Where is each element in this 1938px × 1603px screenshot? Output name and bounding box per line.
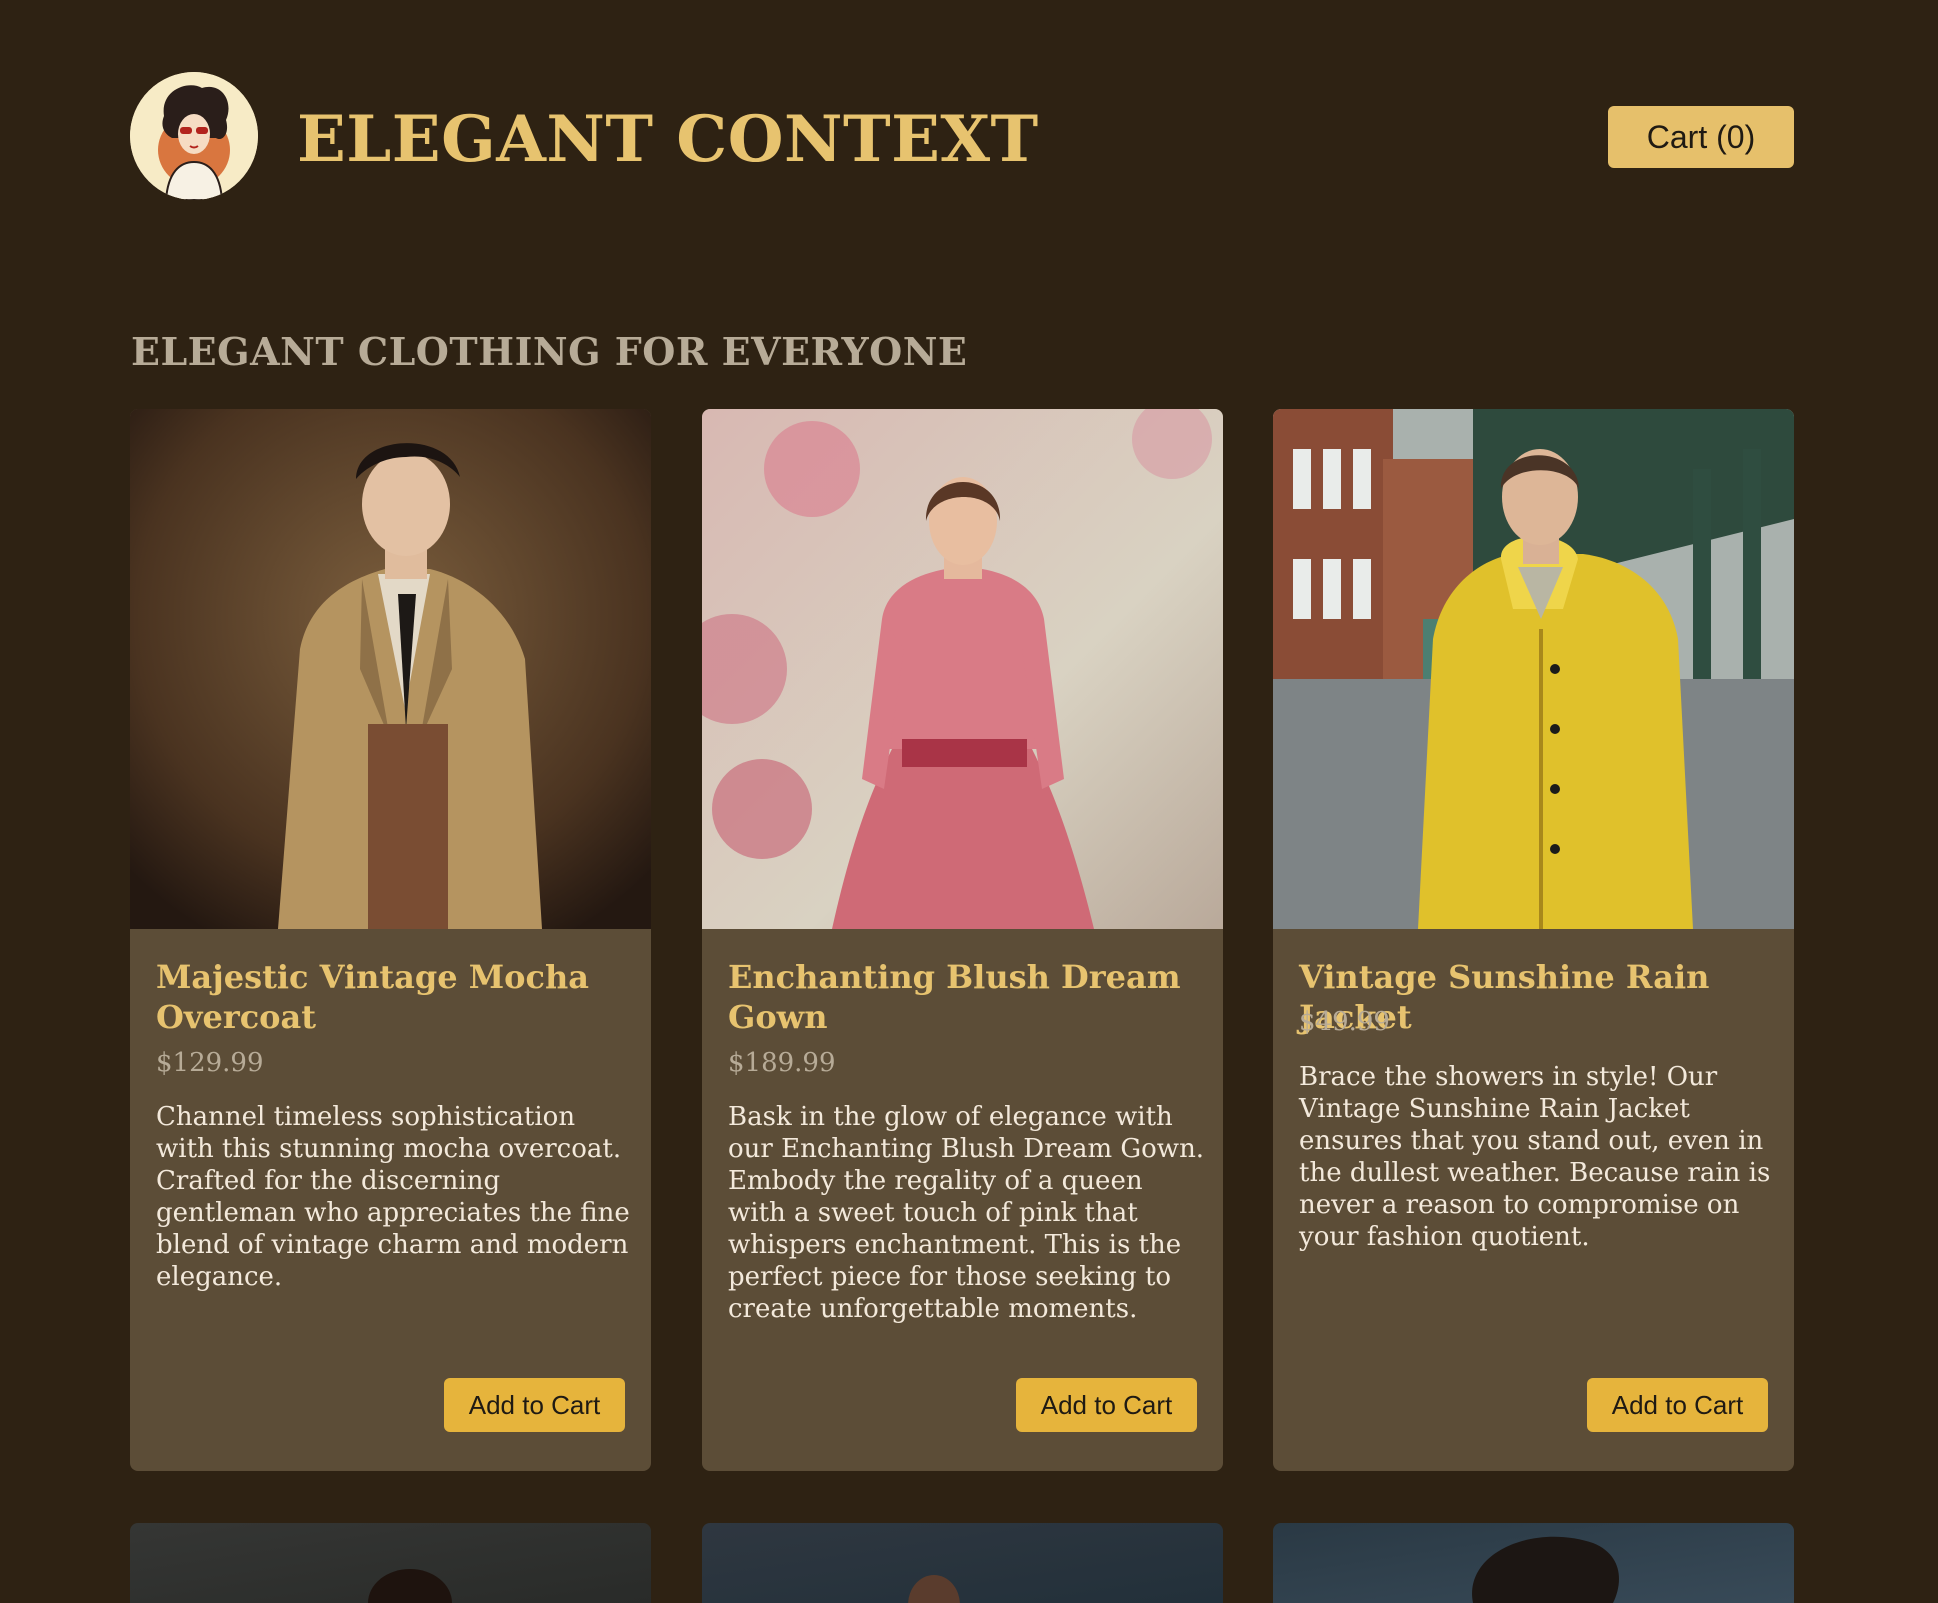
product-price: $49.99 <box>1299 1007 1390 1037</box>
brand-logo-icon[interactable] <box>130 72 258 200</box>
add-to-cart-button[interactable]: Add to Cart <box>444 1378 625 1432</box>
brand-title[interactable]: ELEGANT CONTEXT <box>297 96 1039 184</box>
section-heading: ELEGANT CLOTHING FOR EVERYONE <box>131 329 968 374</box>
product-card: Majestic Vintage Mocha Overcoat $129.99 … <box>130 409 651 1471</box>
product-name[interactable]: Majestic Vintage Mocha Overcoat <box>156 957 636 1037</box>
product-card-partial <box>1273 1523 1794 1603</box>
product-card-partial <box>130 1523 651 1603</box>
product-description: Channel timeless sophistication with thi… <box>156 1102 630 1292</box>
product-description: Brace the showers in style! Our Vintage … <box>1299 1062 1771 1252</box>
product-card-partial <box>702 1523 1223 1603</box>
overcoat-photo[interactable] <box>130 409 651 929</box>
rain-jacket-photo[interactable] <box>1273 409 1794 929</box>
site-header: ELEGANT CONTEXT Cart (0) <box>130 72 1794 202</box>
product-price: $129.99 <box>156 1048 264 1078</box>
cart-button[interactable]: Cart (0) <box>1608 106 1794 168</box>
add-to-cart-button[interactable]: Add to Cart <box>1016 1378 1197 1432</box>
product-price: $189.99 <box>728 1048 836 1078</box>
product-card: Vintage Sunshine Rain Jacket $49.99 Brac… <box>1273 409 1794 1471</box>
product-name[interactable]: Enchanting Blush Dream Gown <box>728 957 1208 1037</box>
product-card: Enchanting Blush Dream Gown $189.99 Bask… <box>702 409 1223 1471</box>
gown-photo[interactable] <box>702 409 1223 929</box>
product-description: Bask in the glow of elegance with our En… <box>728 1102 1205 1324</box>
add-to-cart-button[interactable]: Add to Cart <box>1587 1378 1768 1432</box>
